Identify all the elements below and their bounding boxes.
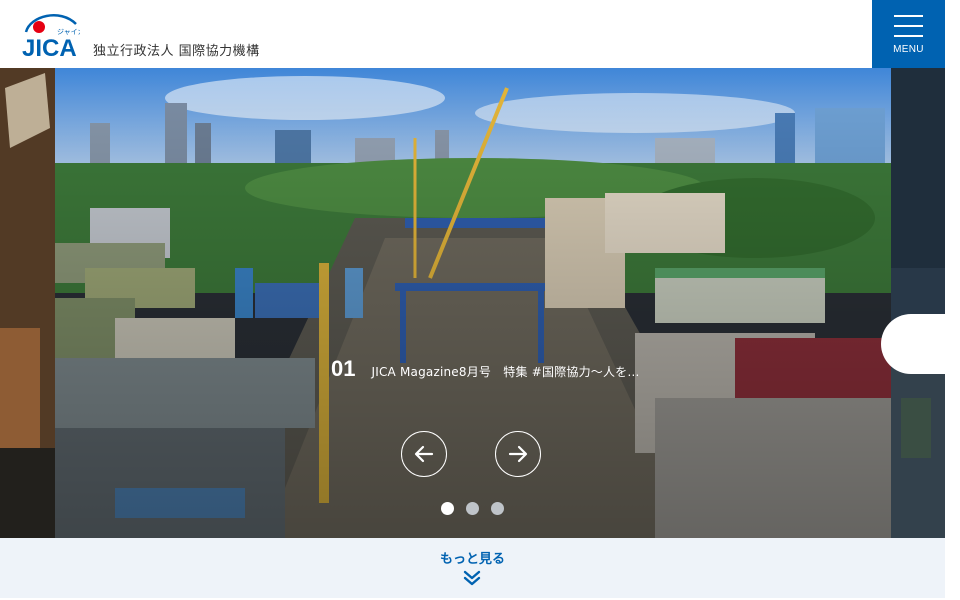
next-slide-button[interactable] bbox=[495, 431, 541, 477]
jica-logo[interactable]: ジャイカ JICA bbox=[20, 10, 85, 62]
previous-slide-peek[interactable] bbox=[0, 68, 55, 538]
menu-label: MENU bbox=[893, 44, 924, 55]
side-floating-tab[interactable] bbox=[881, 314, 951, 374]
menu-button[interactable]: MENU bbox=[872, 0, 945, 68]
slide-image[interactable] bbox=[55, 68, 891, 538]
hamburger-icon bbox=[894, 15, 923, 37]
logo-text: JICA bbox=[22, 35, 77, 60]
hero-carousel: 01 JICA Magazine8月号 特集 #国際協力〜人を… bbox=[0, 68, 945, 538]
site-header: ジャイカ JICA 独立行政法人 国際協力機構 MENU bbox=[0, 0, 960, 68]
page-gutter bbox=[945, 0, 960, 600]
slide-title[interactable]: JICA Magazine8月号 特集 #国際協力〜人を… bbox=[371, 363, 639, 380]
more-section: もっと見る bbox=[0, 538, 945, 598]
more-link[interactable]: もっと見る bbox=[0, 548, 945, 567]
slide-dot-3[interactable] bbox=[491, 502, 504, 515]
organization-name: 独立行政法人 国際協力機構 bbox=[93, 44, 260, 59]
next-slide-peek[interactable] bbox=[891, 68, 945, 538]
slide-number: 01 bbox=[331, 356, 356, 381]
previous-slide-button[interactable] bbox=[401, 431, 447, 477]
slide-indicators bbox=[441, 502, 504, 515]
arrow-left-icon bbox=[414, 445, 434, 463]
arrow-right-icon bbox=[508, 445, 528, 463]
slide-caption[interactable]: 01 JICA Magazine8月号 特集 #国際協力〜人を… bbox=[331, 356, 640, 382]
slide-dot-2[interactable] bbox=[466, 502, 479, 515]
slide-dot-1[interactable] bbox=[441, 502, 454, 515]
double-chevron-down-icon[interactable] bbox=[463, 570, 481, 586]
